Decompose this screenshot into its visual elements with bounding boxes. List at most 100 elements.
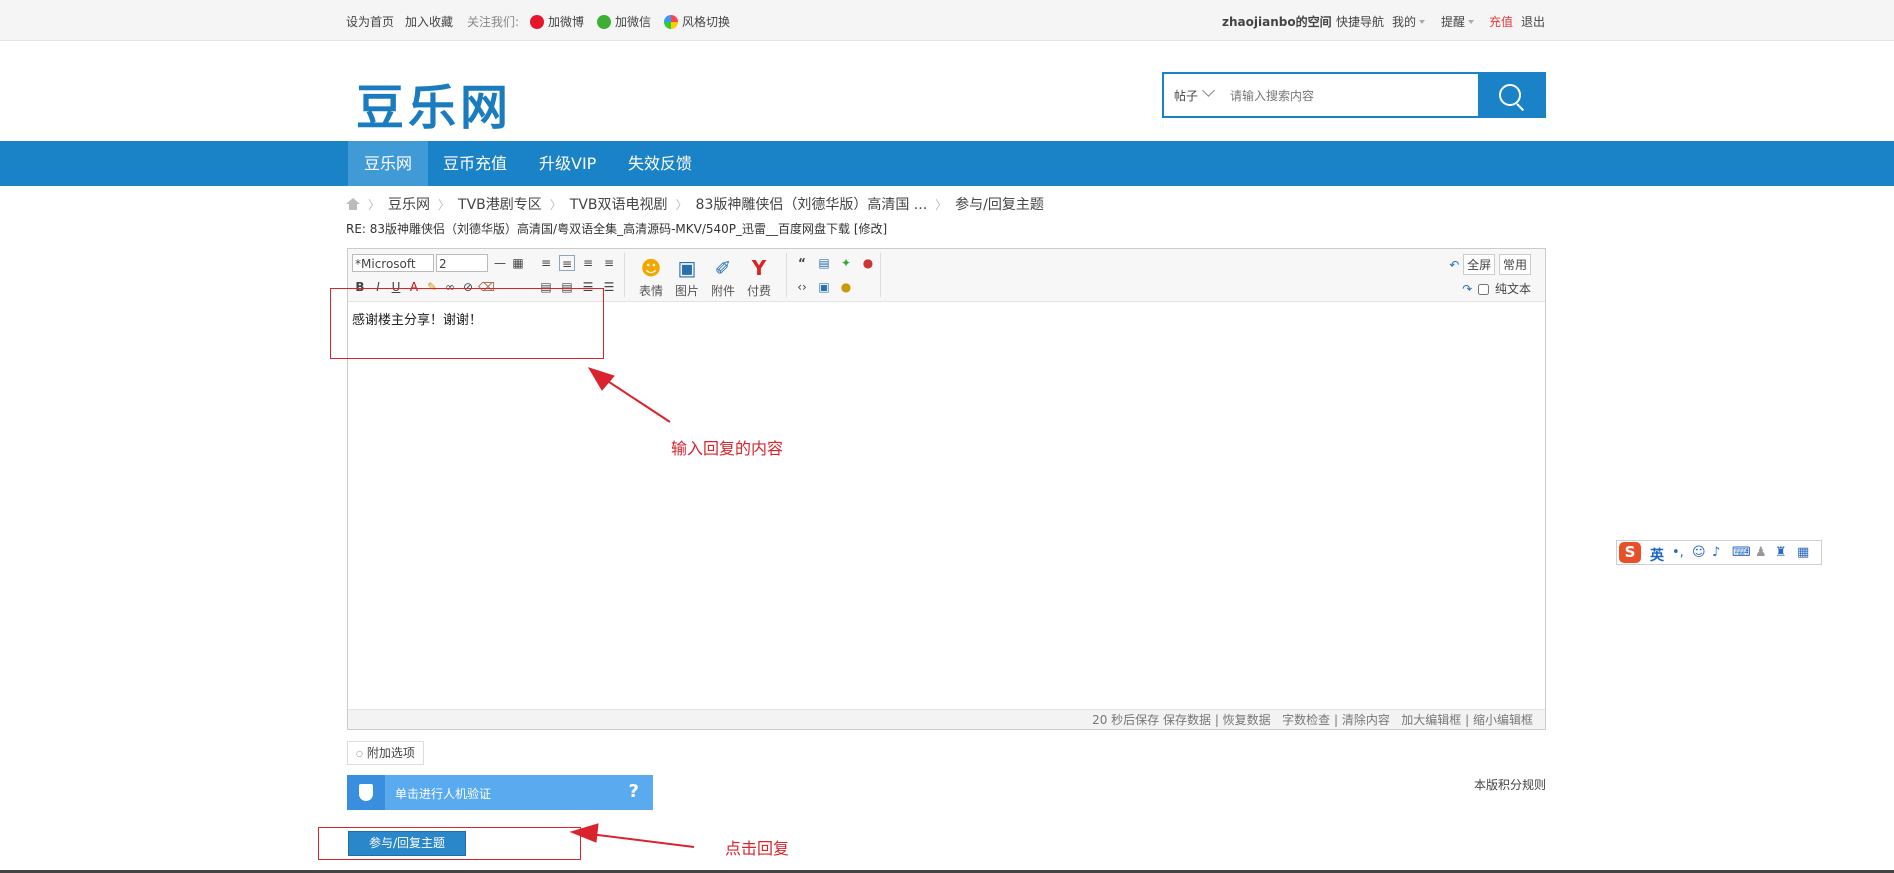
search-type-select[interactable]: 帖子: [1174, 87, 1198, 104]
quick-nav-link[interactable]: 快捷导航: [1336, 13, 1384, 30]
font-family-select[interactable]: *Microsoft: [352, 254, 434, 272]
nav-item-recharge[interactable]: 豆币充值: [427, 141, 523, 186]
thread-title: RE: 83版神雕侠侣（刘德华版）高清国/粤双语全集_高清源码-MKV/540P…: [346, 222, 888, 236]
code-icon[interactable]: ‹›: [794, 279, 810, 295]
emoji-label: 表情: [638, 284, 663, 298]
chevron-down-icon: [1468, 20, 1475, 24]
yen-icon: Y: [751, 256, 767, 280]
pay-button[interactable]: Y 付费: [744, 255, 774, 299]
nav-item-feedback[interactable]: 失效反馈: [612, 141, 708, 186]
breadcrumb-item[interactable]: TVB双语电视剧: [570, 197, 668, 213]
site-logo[interactable]: 豆乐网: [356, 68, 512, 138]
extra-options-label: 附加选项: [366, 746, 415, 760]
editor-status-bar: 20 秒后保存 保存数据 | 恢复数据 字数检查 | 清除内容 加大编辑框 | …: [348, 709, 1545, 729]
user-space-link[interactable]: zhaojianbo的空间: [1222, 13, 1332, 30]
qq-icon[interactable]: ●: [860, 255, 876, 271]
style-switch-link[interactable]: 风格切换: [664, 13, 730, 30]
toolbox-icon[interactable]: ▦: [1797, 545, 1809, 560]
wechat-link[interactable]: 加微信: [597, 13, 651, 30]
align-center-icon[interactable]: ≡: [580, 255, 596, 271]
nav-item-vip[interactable]: 升级VIP: [523, 141, 612, 186]
quote-icon[interactable]: “: [794, 255, 810, 271]
main-nav: 豆乐网 豆币充值 升级VIP 失效反馈: [0, 141, 1894, 186]
circle-icon: ○: [356, 749, 363, 758]
chevron-down-icon: [1419, 20, 1426, 24]
horizontal-rule-icon[interactable]: —: [492, 255, 508, 271]
breadcrumb-item[interactable]: 豆乐网: [388, 197, 430, 213]
punctuation-icon[interactable]: •,: [1672, 545, 1684, 560]
attach-button[interactable]: ✐ 附件: [708, 255, 738, 299]
keyboard-icon[interactable]: ⌨: [1732, 545, 1751, 560]
ime-lang-toggle[interactable]: 英: [1650, 545, 1664, 565]
pay-label: 付费: [746, 284, 771, 298]
skin-icon[interactable]: ♜: [1775, 545, 1787, 560]
plain-text-label: 纯文本: [1494, 282, 1531, 296]
logout-link[interactable]: 退出: [1521, 13, 1545, 30]
free-icon[interactable]: ▤: [816, 255, 832, 271]
weibo-label: 加微博: [548, 15, 585, 29]
align-right-icon[interactable]: ≡: [601, 255, 617, 271]
common-button[interactable]: 常用: [1498, 254, 1531, 275]
fullscreen-button[interactable]: 全屏: [1463, 254, 1496, 275]
mine-label: 我的: [1392, 15, 1417, 29]
credit-rules-link[interactable]: 本版积分规则: [1474, 776, 1546, 793]
undo-icon[interactable]: ↶: [1449, 258, 1459, 272]
weibo-link[interactable]: 加微博: [530, 13, 584, 30]
sogou-logo-icon[interactable]: S: [1619, 542, 1641, 563]
user-icon[interactable]: ♟: [1755, 545, 1767, 560]
background-icon[interactable]: ●: [838, 279, 854, 295]
word-check-link[interactable]: 字数检查: [1282, 713, 1330, 727]
follow-us-label: 关注我们:: [467, 15, 520, 29]
align-justify-icon[interactable]: ≡: [559, 255, 575, 271]
shield-icon: [359, 784, 373, 801]
editor-right-bottom: ↷ 纯文本: [1462, 280, 1531, 297]
image-label: 图片: [674, 284, 699, 298]
nav-item-home[interactable]: 豆乐网: [348, 141, 429, 186]
gallery-icon[interactable]: ▣: [816, 279, 832, 295]
breadcrumb: 〉豆乐网〉 TVB港剧专区〉 TVB双语电视剧〉 83版神雕侠侣（刘德华版）高清国 .…: [346, 194, 1044, 214]
annotation-box-content: [330, 288, 604, 359]
redo-icon[interactable]: ↷: [1462, 282, 1472, 296]
search-button[interactable]: [1478, 74, 1544, 116]
breadcrumb-item[interactable]: TVB港剧专区: [458, 197, 542, 213]
captcha-verify-label: 单击进行人机验证: [395, 787, 492, 801]
search-input[interactable]: [1228, 84, 1472, 108]
enlarge-editor-link[interactable]: 加大编辑框: [1401, 713, 1461, 727]
breadcrumb-item[interactable]: 83版神雕侠侣（刘德华版）高清国 ...: [696, 197, 928, 213]
autosave-text: 20 秒后保存: [1092, 713, 1160, 727]
extra-options-toggle[interactable]: ○ 附加选项: [347, 741, 424, 765]
top-bar: 设为首页 加入收藏 关注我们: 加微博 加微信 风格切换 zhaojianbo的…: [0, 0, 1894, 41]
add-favorite-link[interactable]: 加入收藏: [405, 13, 453, 30]
mine-menu[interactable]: 我的: [1392, 13, 1426, 30]
remind-label: 提醒: [1441, 15, 1466, 29]
weibo-icon: [530, 15, 544, 29]
save-data-link[interactable]: 保存数据: [1163, 713, 1211, 727]
clear-content-link[interactable]: 清除内容: [1342, 713, 1390, 727]
paperclip-icon: ✐: [714, 256, 732, 280]
wechat-label: 加微信: [615, 15, 652, 29]
plain-text-checkbox[interactable]: [1478, 284, 1490, 295]
image-button[interactable]: ▣ 图片: [672, 255, 702, 299]
font-size-select[interactable]: 2: [436, 254, 488, 272]
restore-data-link[interactable]: 恢复数据: [1223, 713, 1271, 727]
smiley-icon: ☻: [640, 256, 662, 280]
emoji-button[interactable]: ☻ 表情: [636, 255, 666, 299]
wechat-icon: [597, 15, 611, 29]
attach-label: 附件: [710, 284, 735, 298]
set-home-link[interactable]: 设为首页: [346, 13, 394, 30]
remind-menu[interactable]: 提醒: [1441, 13, 1475, 30]
table-icon[interactable]: ▦: [510, 255, 526, 271]
ime-toolbar: S 英 •, ☺ ♪ ⌨ ♟ ♜ ▦: [1616, 540, 1822, 565]
emoji-icon[interactable]: ☺: [1692, 545, 1706, 560]
microphone-icon[interactable]: ♪: [1712, 545, 1720, 560]
captcha-verify-button[interactable]: 单击进行人机验证 ?: [347, 775, 653, 810]
breadcrumb-item: 参与/回复主题: [955, 197, 1044, 213]
help-icon[interactable]: ?: [629, 781, 639, 802]
palette-icon: [664, 15, 678, 29]
annotation-box-submit: [318, 827, 581, 860]
shrink-editor-link[interactable]: 缩小编辑框: [1473, 713, 1533, 727]
home-icon[interactable]: [346, 198, 360, 210]
align-left-icon[interactable]: ≡: [538, 255, 554, 271]
recharge-link[interactable]: 充值: [1489, 13, 1513, 30]
hide-icon[interactable]: ✦: [838, 255, 854, 271]
